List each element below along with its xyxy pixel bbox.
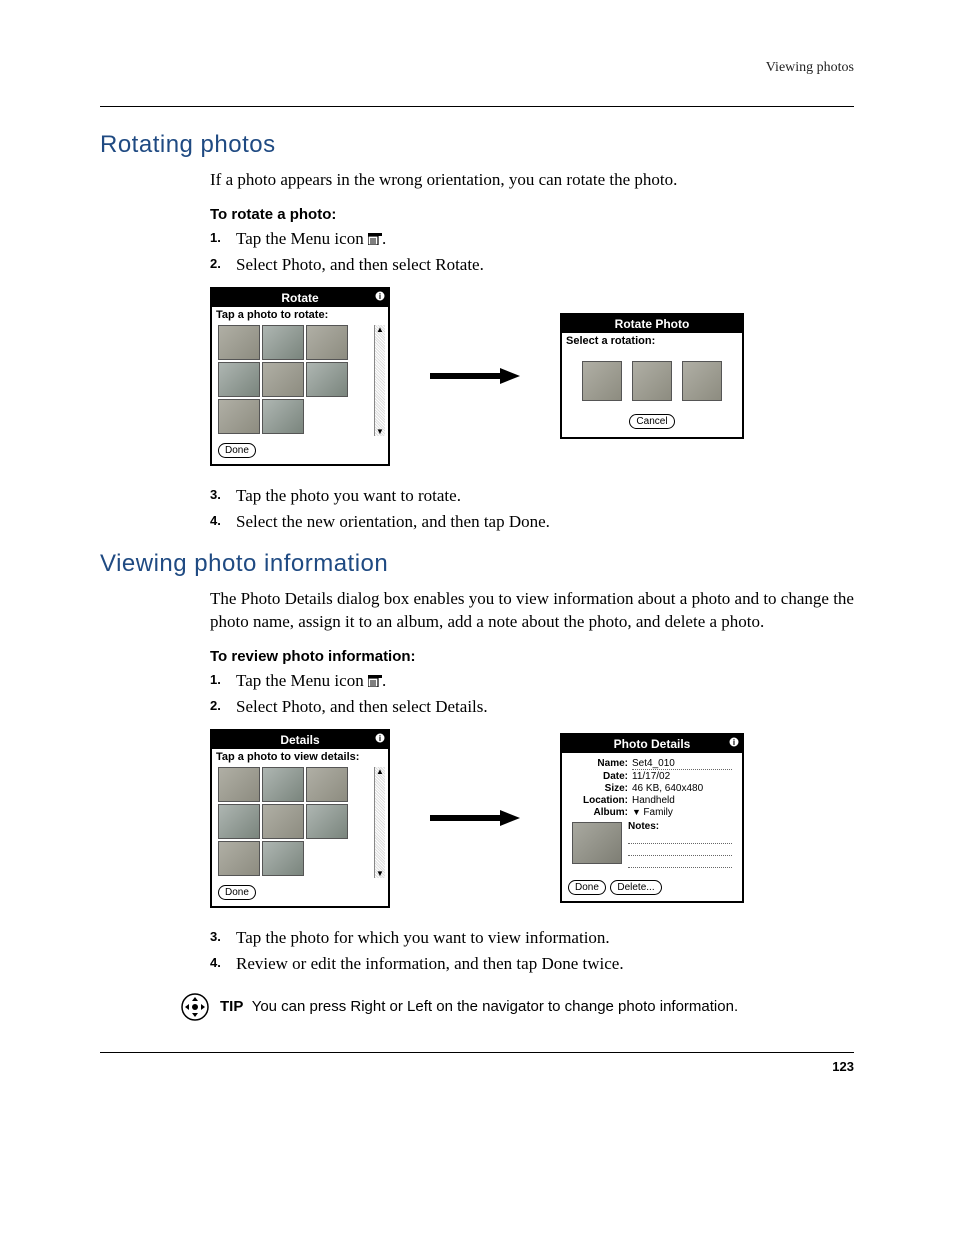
value-name[interactable]: Set4_010	[632, 758, 732, 770]
navigator-icon	[180, 992, 210, 1022]
step-rotate-4: 4.Select the new orientation, and then t…	[210, 512, 854, 532]
arrow-icon	[430, 808, 520, 828]
photo-thumbnail[interactable]	[262, 804, 304, 839]
photo-thumbnail[interactable]	[306, 767, 348, 802]
svg-text:i: i	[733, 738, 735, 747]
step-rotate-1-text-b: .	[382, 229, 386, 248]
photo-thumbnail[interactable]	[306, 362, 348, 397]
photo-thumbnail[interactable]	[218, 841, 260, 876]
notes-field[interactable]	[628, 845, 732, 856]
value-date: 11/17/02	[632, 771, 732, 782]
subhead-to-rotate: To rotate a photo:	[210, 206, 854, 223]
photo-thumbnail[interactable]	[306, 804, 348, 839]
rotation-option[interactable]	[632, 361, 672, 401]
photo-thumbnail[interactable]	[218, 325, 260, 360]
rotation-option[interactable]	[682, 361, 722, 401]
intro-rotating: If a photo appears in the wrong orientat…	[210, 169, 854, 192]
heading-viewing-info: Viewing photo information	[100, 550, 854, 578]
step-rotate-1: 1. Tap the Menu icon .	[210, 229, 854, 249]
photo-thumbnail[interactable]	[218, 399, 260, 434]
rotate-photo-prompt: Select a rotation:	[562, 333, 742, 351]
rotate-thumbnails-panel: Rotate i Tap a photo to rotate:	[210, 287, 390, 466]
photo-thumbnail[interactable]	[306, 325, 348, 360]
photo-thumbnail[interactable]	[262, 841, 304, 876]
photo-details-title: Photo Details	[614, 737, 691, 751]
rotate-photo-title: Rotate Photo	[615, 317, 690, 331]
svg-text:i: i	[379, 734, 381, 743]
label-date: Date:	[572, 771, 628, 782]
photo-thumbnail[interactable]	[262, 399, 304, 434]
value-location: Handheld	[632, 795, 732, 806]
info-icon[interactable]: i	[374, 290, 386, 302]
photo-details-panel: Photo Details i Name: Set4_010 Date: 11/17…	[560, 733, 744, 903]
label-location: Location:	[572, 795, 628, 806]
step-review-1: 1. Tap the Menu icon .	[210, 671, 854, 691]
label-notes: Notes:	[628, 821, 659, 832]
running-head: Viewing photos	[100, 60, 854, 76]
tip-label: TIP	[220, 998, 243, 1015]
page-number: 123	[100, 1052, 854, 1074]
notes-field[interactable]	[628, 857, 732, 868]
value-size: 46 KB, 640x480	[632, 783, 732, 794]
rotate-panel-prompt: Tap a photo to rotate:	[212, 307, 388, 325]
intro-viewing-info: The Photo Details dialog box enables you…	[210, 588, 854, 634]
rule-top	[100, 106, 854, 107]
done-button[interactable]: Done	[218, 885, 256, 900]
photo-thumbnail[interactable]	[218, 767, 260, 802]
notes-field[interactable]	[628, 833, 732, 844]
figure-details: Details i Tap a photo to view details:	[210, 729, 854, 908]
menu-icon	[368, 672, 382, 684]
label-album: Album:	[572, 807, 628, 818]
photo-thumbnail[interactable]	[218, 804, 260, 839]
heading-rotating-photos: Rotating photos	[100, 131, 854, 159]
delete-button[interactable]: Delete...	[610, 880, 661, 895]
rotate-panel-title: Rotate	[281, 291, 318, 305]
photo-thumbnail[interactable]	[262, 362, 304, 397]
step-rotate-3: 3.Tap the photo you want to rotate.	[210, 486, 854, 506]
details-thumbnails-panel: Details i Tap a photo to view details:	[210, 729, 390, 908]
cancel-button[interactable]: Cancel	[629, 414, 674, 429]
rotation-option[interactable]	[582, 361, 622, 401]
step-review-2: 2.Select Photo, and then select Details.	[210, 697, 854, 717]
done-button[interactable]: Done	[218, 443, 256, 458]
step-review-3: 3.Tap the photo for which you want to vi…	[210, 928, 854, 948]
info-icon[interactable]: i	[728, 736, 740, 748]
scrollbar[interactable]: ▲▼	[374, 767, 385, 878]
photo-preview	[572, 822, 622, 864]
scrollbar[interactable]: ▲▼	[374, 325, 385, 436]
details-panel-title: Details	[280, 733, 319, 747]
arrow-icon	[430, 366, 520, 386]
details-panel-prompt: Tap a photo to view details:	[212, 749, 388, 767]
album-dropdown[interactable]: ▼ Family	[632, 807, 732, 818]
tip: TIP You can press Right or Left on the n…	[180, 992, 854, 1022]
tip-text: TIP You can press Right or Left on the n…	[220, 998, 738, 1015]
photo-thumbnail[interactable]	[262, 767, 304, 802]
subhead-to-review: To review photo information:	[210, 648, 854, 665]
step-review-4: 4.Review or edit the information, and th…	[210, 954, 854, 974]
photo-thumbnail[interactable]	[262, 325, 304, 360]
rotate-photo-panel: Rotate Photo Select a rotation: Cancel	[560, 313, 744, 439]
menu-icon	[368, 230, 382, 242]
label-name: Name:	[572, 758, 628, 770]
figure-rotate: Rotate i Tap a photo to rotate:	[210, 287, 854, 466]
info-icon[interactable]: i	[374, 732, 386, 744]
svg-text:i: i	[379, 292, 381, 301]
step-rotate-1-text-a: Tap the Menu icon	[236, 229, 368, 248]
done-button[interactable]: Done	[568, 880, 606, 895]
label-size: Size:	[572, 783, 628, 794]
step-rotate-2: 2. Select Photo, and then select Rotate.	[210, 255, 854, 275]
photo-thumbnail[interactable]	[218, 362, 260, 397]
